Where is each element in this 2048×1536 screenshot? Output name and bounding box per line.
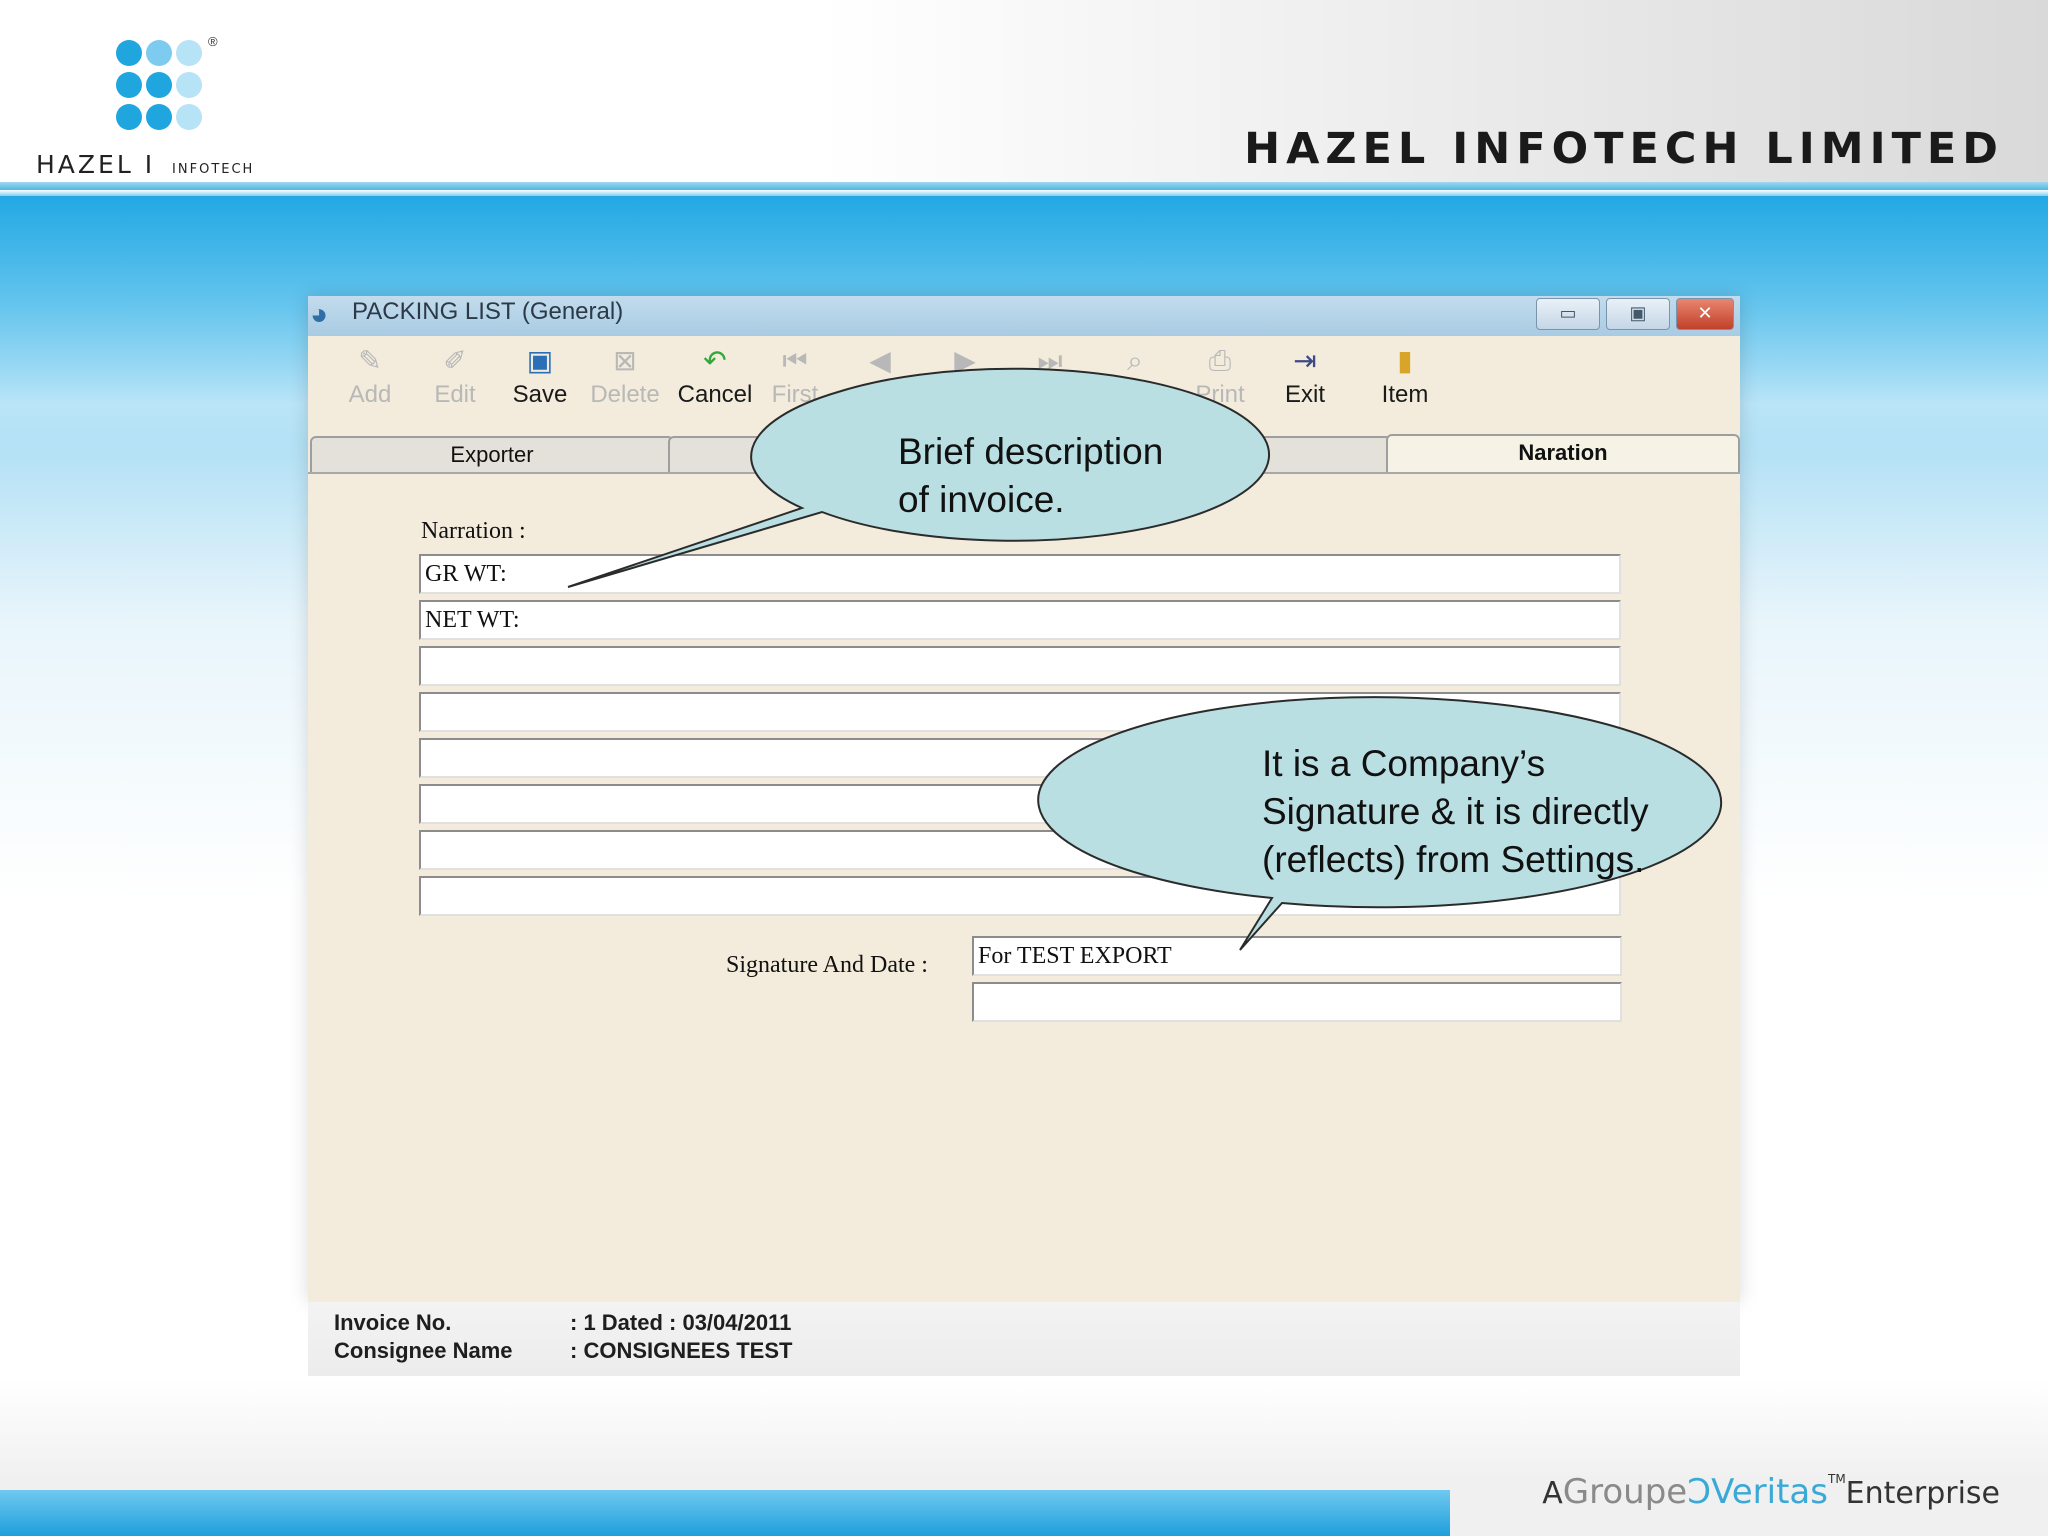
narration-line-4[interactable] [419, 692, 1621, 732]
maximize-button[interactable]: ▣ [1606, 298, 1670, 330]
toolbar: ✎ Add ✐ Edit ▣ Save ⊠ Delete ↶ Cancel ⏮ … [330, 344, 1730, 416]
naration-panel: Narration : GR WT: NET WT: Signature And… [308, 472, 1740, 1298]
print-icon: ⎙ [1208, 345, 1232, 376]
minimize-button[interactable]: ▭ [1536, 298, 1600, 330]
logo-sub: INFOTECH [172, 162, 255, 177]
close-button[interactable]: ✕ [1676, 298, 1734, 330]
narration-line-1[interactable]: GR WT: [419, 554, 1621, 594]
logo-text: HAZEL I INFOTECH [36, 150, 254, 179]
signature-line-1[interactable]: For TEST EXPORT [972, 936, 1622, 976]
prev-button[interactable]: ◀ Prev [840, 344, 920, 412]
window-titlebar: ◕ PACKING LIST (General) ▭ ▣ ✕ [308, 296, 1740, 336]
veritas-swirl-icon: Ↄ [1687, 1472, 1712, 1512]
signature-line-2[interactable] [972, 982, 1622, 1022]
prev-icon: ◀ [869, 345, 891, 376]
edit-icon: ✐ [443, 345, 467, 376]
exit-icon: ⇥ [1293, 345, 1317, 376]
next-button[interactable]: ▶ [925, 344, 1005, 378]
narration-line-3[interactable] [419, 646, 1621, 686]
exit-button[interactable]: ⇥ Exit [1265, 344, 1345, 412]
groupe-veritas-logo: AGroupeↃVeritasTMEnterprise [1542, 1472, 2000, 1512]
item-icon: ▮ [1397, 345, 1413, 376]
last-icon: ⏭ [1037, 345, 1063, 376]
item-button[interactable]: ▮ Item [1365, 344, 1445, 412]
tab-exporter[interactable]: Exporter [310, 436, 674, 472]
cancel-button[interactable]: ↶ Cancel [670, 344, 760, 412]
last-button[interactable]: ⏭ [1010, 344, 1090, 378]
narration-callout-text: Brief description of invoice. [898, 431, 1164, 520]
app-globe-icon: ◕ [310, 298, 329, 331]
invoice-value: : 1 Dated : 03/04/2011 [570, 1310, 792, 1335]
consignee-value: : CONSIGNEES TEST [570, 1338, 793, 1363]
edit-button[interactable]: ✐ Edit [415, 344, 495, 412]
next-icon: ▶ [954, 345, 976, 376]
find-icon: ⌕ [1127, 345, 1143, 376]
add-icon: ✎ [358, 345, 382, 376]
consignee-label: Consignee Name [334, 1338, 513, 1363]
delete-icon: ⊠ [613, 345, 637, 376]
signature-label: Signature And Date : [726, 952, 928, 978]
window-title: PACKING LIST (General) [352, 298, 624, 325]
cancel-icon: ↶ [703, 345, 727, 376]
narration-label: Narration : [421, 518, 526, 544]
logo-word: HAZEL [36, 150, 134, 179]
company-title: HAZEL INFOTECH LIMITED [1244, 124, 2004, 174]
add-button[interactable]: ✎ Add [330, 344, 410, 412]
tab-naration[interactable]: Naration [1386, 434, 1740, 474]
first-button[interactable]: ⏮ First [755, 344, 835, 412]
status-bar: Invoice No. : 1 Dated : 03/04/2011 Consig… [308, 1302, 1740, 1376]
company-logo: ® HAZEL I INFOTECH [36, 34, 296, 184]
save-icon: ▣ [526, 345, 554, 376]
delete-button[interactable]: ⊠ Delete [585, 344, 665, 412]
signature-callout-text: It is a Company’s Signature & it is dire… [1262, 743, 1649, 880]
first-icon: ⏮ [782, 345, 808, 376]
logo-divider: I [144, 150, 156, 179]
registered-mark: ® [208, 34, 218, 49]
narration-line-2[interactable]: NET WT: [419, 600, 1621, 640]
save-button[interactable]: ▣ Save [500, 344, 580, 412]
invoice-label: Invoice No. [334, 1310, 452, 1335]
print-button[interactable]: ⎙ Print [1180, 344, 1260, 412]
consignee-row: Consignee Name : CONSIGNEES TEST [334, 1338, 792, 1364]
find-button[interactable]: ⌕ [1095, 344, 1175, 378]
footer-bar [0, 1490, 1450, 1536]
invoice-row: Invoice No. : 1 Dated : 03/04/2011 [334, 1310, 791, 1336]
